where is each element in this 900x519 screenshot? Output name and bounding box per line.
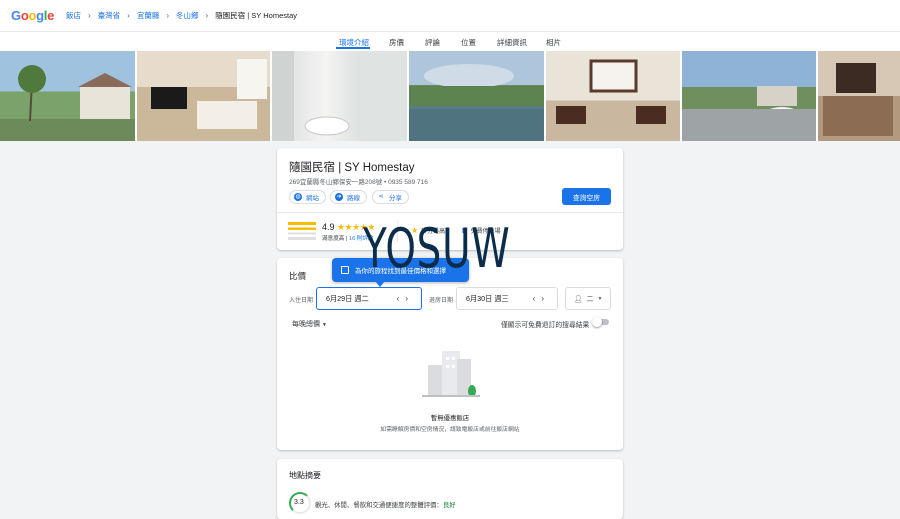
dropdown-arrow-icon: ▼ <box>597 295 603 302</box>
calendar-icon <box>341 266 349 274</box>
checkin-label: 入住日期 <box>289 298 314 304</box>
watermark-text: YOSUW <box>363 217 511 280</box>
price-section-title: 比價 <box>289 271 307 281</box>
rating-value: 4.9 <box>322 222 335 232</box>
nightly-total-dropdown[interactable]: 每晚總價 ▼ <box>292 319 327 329</box>
directions-icon: ➜ <box>335 193 343 201</box>
photo-bedroom[interactable] <box>137 51 270 141</box>
photo-pond-view[interactable] <box>409 51 544 141</box>
checkin-date-field[interactable]: 6月29日 週二 ‹› <box>316 287 422 310</box>
photo-bathroom[interactable] <box>272 51 407 141</box>
location-title: 地點摘要 <box>289 471 321 480</box>
divider <box>277 212 623 213</box>
chevron-right-icon: › <box>88 11 91 20</box>
chevron-right-icon: › <box>166 11 170 20</box>
no-deals-text: 如需瞭解房價和空房情況，請致電飯店或前往飯店網站 <box>380 427 520 433</box>
tab-location[interactable]: 位置 <box>461 37 476 48</box>
date-nav-icon[interactable]: ‹› <box>533 294 550 303</box>
rating-distribution-icon <box>288 222 316 240</box>
tab-prices[interactable]: 房價 <box>389 37 404 48</box>
breadcrumb-current: 隨園民宿 | SY Homestay <box>215 11 298 20</box>
photo-strip <box>0 50 900 141</box>
breadcrumb-dongshan[interactable]: 冬山鄉 <box>176 10 199 21</box>
price-compare-card: 比價 入住日期 6月29日 週二 ‹› 退房日期 6月30日 週三 ‹› 👤︎ 二… <box>277 258 623 450</box>
photo-street[interactable] <box>682 51 816 141</box>
photo-exterior[interactable] <box>0 51 135 141</box>
globe-icon: ◍ <box>294 193 302 201</box>
breadcrumb-hotels[interactable]: 飯店 <box>66 10 81 21</box>
tab-details[interactable]: 詳細資訊 <box>497 37 527 48</box>
google-logo[interactable]: Google <box>11 8 54 23</box>
free-cancel-label: 僅顯示可免費退訂的搜尋結果 <box>501 322 590 329</box>
location-summary-card: 地點摘要 3.3 觀光、休閒、餐飲和交通便捷度的整體評價：良好 <box>277 459 623 519</box>
guest-selector[interactable]: 👤︎ 二 ▼ <box>565 287 611 310</box>
hotel-name: 隨園民宿 | SY Homestay <box>289 162 415 174</box>
location-score: 3.3 <box>294 499 304 506</box>
free-cancel-toggle[interactable] <box>592 317 609 327</box>
person-icon: 👤︎ <box>573 295 583 303</box>
no-deals-title: 暫無優惠飯店 <box>430 415 470 422</box>
directions-button[interactable]: ➜ 路線 <box>330 190 367 204</box>
top-bar: Google 飯店 › 臺灣省 › 宜蘭縣 › 冬山鄉 › 隨園民宿 | SY Home… <box>0 0 900 32</box>
breadcrumb: 飯店 › 臺灣省 › 宜蘭縣 › 冬山鄉 › 隨園民宿 | SY Homestay <box>66 10 297 21</box>
hotel-address: 269宜蘭縣冬山鄉保安一路208號 • 0935 589 716 <box>289 179 428 186</box>
dropdown-arrow-icon: ▼ <box>321 322 327 328</box>
date-nav-icon[interactable]: ‹› <box>397 294 414 303</box>
website-button[interactable]: ◍ 網站 <box>289 190 326 204</box>
tab-photos[interactable]: 相片 <box>546 37 561 48</box>
active-tab-indicator <box>336 47 370 49</box>
photo-lobby[interactable] <box>546 51 680 141</box>
location-text: 觀光、休閒、餐飲和交通便捷度的整體評價：良好 <box>315 502 456 509</box>
breadcrumb-taiwan[interactable]: 臺灣省 <box>98 10 121 21</box>
tab-reviews[interactable]: 評論 <box>425 37 440 48</box>
check-availability-button[interactable]: 查詢空房 <box>562 188 611 205</box>
checkout-label: 退房日期 <box>429 298 454 304</box>
chevron-right-icon: › <box>205 11 209 20</box>
checkout-date-field[interactable]: 6月30日 週三 ‹› <box>456 287 558 310</box>
breadcrumb-yilan[interactable]: 宜蘭縣 <box>137 10 160 21</box>
photo-interior[interactable] <box>818 51 900 141</box>
chevron-right-icon: › <box>127 11 130 20</box>
section-tabs: 環境介紹 房價 評論 位置 詳細資訊 相片 <box>0 32 900 50</box>
share-icon: ⋖ <box>378 194 384 200</box>
tooltip-arrow <box>375 281 385 287</box>
share-button[interactable]: ⋖ 分享 <box>372 190 409 204</box>
no-hotels-illustration-icon <box>422 343 480 401</box>
